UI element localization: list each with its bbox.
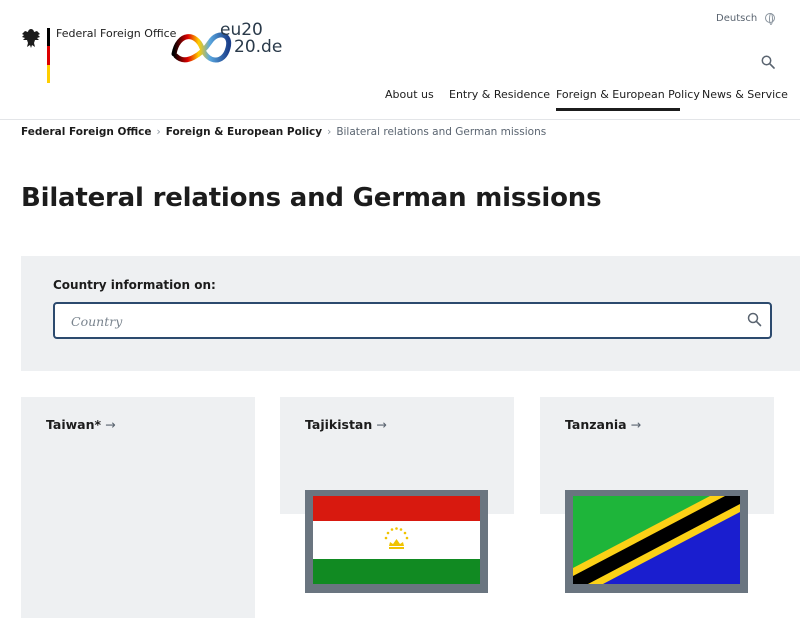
nav-news-service[interactable]: News & Service bbox=[702, 88, 788, 101]
arrow-right-icon: → bbox=[630, 417, 642, 432]
breadcrumb-foreign-european-policy[interactable]: Foreign & European Policy bbox=[166, 126, 322, 138]
globe-icon[interactable] bbox=[765, 13, 775, 25]
nav-about-us[interactable]: About us bbox=[385, 88, 434, 101]
nav-active-indicator bbox=[556, 108, 680, 111]
tanzania-flag-frame[interactable] bbox=[565, 490, 748, 593]
search-icon[interactable] bbox=[761, 55, 775, 69]
tajikistan-flag-icon bbox=[313, 496, 480, 584]
eu-logo-line2: 20.de bbox=[234, 37, 283, 57]
breadcrumb-current: Bilateral relations and German missions bbox=[336, 126, 547, 138]
country-card-title[interactable]: Tajikistan → bbox=[305, 417, 387, 432]
country-search-box[interactable] bbox=[53, 302, 772, 339]
arrow-right-icon: → bbox=[376, 417, 387, 432]
search-icon[interactable] bbox=[747, 312, 762, 327]
search-label: Country information on: bbox=[53, 278, 216, 292]
breadcrumb-separator-icon: › bbox=[156, 126, 161, 138]
org-name[interactable]: Federal Foreign Office bbox=[56, 27, 176, 40]
country-search-input[interactable] bbox=[71, 312, 711, 330]
breadcrumb-federal-foreign-office[interactable]: Federal Foreign Office bbox=[21, 126, 152, 138]
country-name[interactable]: Tajikistan bbox=[305, 417, 372, 432]
country-search-panel: Country information on: bbox=[21, 256, 800, 371]
page-title: Bilateral relations and German missions bbox=[21, 183, 602, 213]
country-name[interactable]: Taiwan* bbox=[46, 417, 101, 432]
nav-foreign-european-policy[interactable]: Foreign & European Policy bbox=[556, 88, 700, 101]
country-name[interactable]: Tanzania bbox=[565, 417, 627, 432]
tajikistan-flag-frame[interactable] bbox=[305, 490, 488, 593]
german-flag-bar bbox=[47, 28, 50, 83]
country-card-title[interactable]: Taiwan* → bbox=[46, 417, 116, 432]
language-switch[interactable]: Deutsch bbox=[716, 13, 757, 24]
country-card-title[interactable]: Tanzania → bbox=[565, 417, 641, 432]
nav-entry-residence[interactable]: Entry & Residence bbox=[449, 88, 550, 101]
arrow-right-icon: → bbox=[105, 417, 116, 432]
eu2020-logo-text: eu20 20.de bbox=[220, 22, 282, 56]
breadcrumb: Federal Foreign Office › Foreign & Europea… bbox=[21, 126, 546, 138]
country-card-taiwan[interactable]: Taiwan* → bbox=[21, 397, 255, 618]
breadcrumb-separator-icon: › bbox=[327, 126, 332, 138]
tanzania-flag-icon bbox=[573, 496, 740, 584]
site-header: Federal Foreign Office eu20 20.de Deutsc… bbox=[0, 0, 800, 120]
federal-eagle-icon[interactable] bbox=[20, 27, 42, 49]
